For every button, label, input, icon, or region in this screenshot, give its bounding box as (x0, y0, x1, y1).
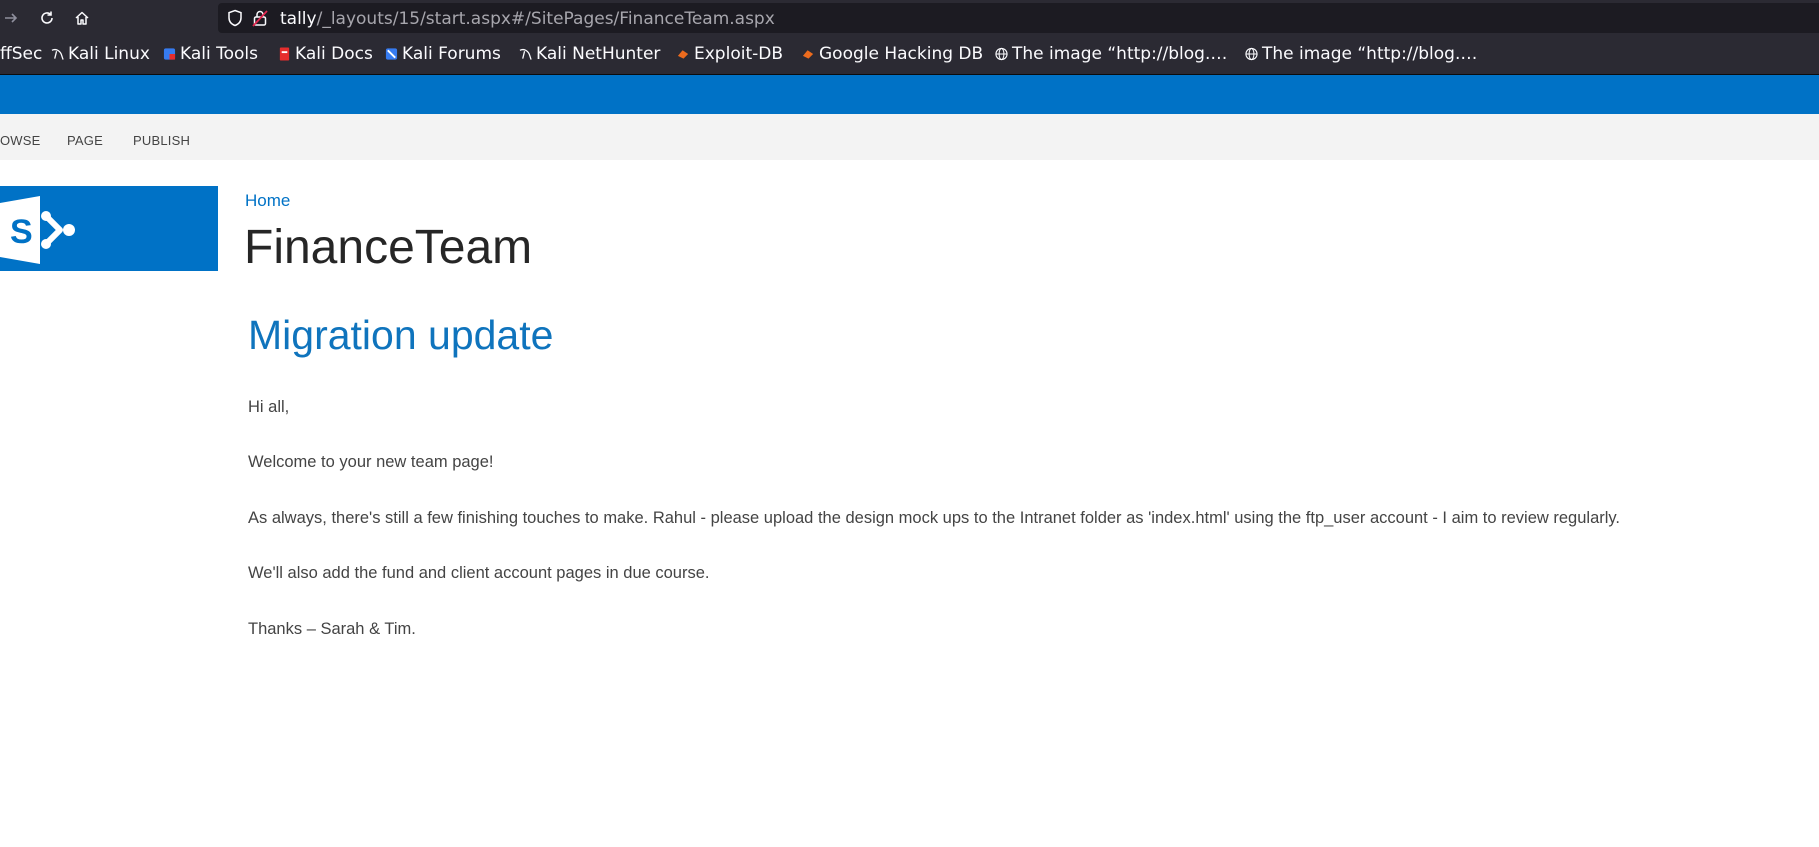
logo-letter: S (10, 213, 33, 251)
bookmark-kali-nethunter[interactable]: Kali NetHunter (519, 44, 660, 64)
arrow-right-icon (5, 13, 18, 23)
bookmark-label: The image “http://blog.… (1012, 44, 1228, 64)
tab-page[interactable]: PAGE (67, 133, 103, 148)
bookmark-label: ffSec (0, 44, 43, 64)
post-paragraph-instructions: As always, there's still a few finishing… (248, 509, 1621, 527)
post-heading: Migration update (248, 312, 554, 358)
bookmark-google-hacking-db[interactable]: Google Hacking DB (802, 44, 983, 64)
kali-dragon-icon (519, 48, 532, 60)
home-icon (75, 11, 89, 25)
globe-icon (995, 47, 1008, 61)
forward-button[interactable] (0, 7, 22, 29)
page-content: Migration update Hi all, Welcome to your… (248, 312, 1808, 638)
shield-icon[interactable] (227, 9, 243, 27)
address-bar[interactable]: tally/_layouts/15/start.aspx#/SitePages/… (218, 3, 1819, 33)
post-paragraph-upcoming: We'll also add the fund and client accou… (248, 564, 710, 582)
browser-toolbar: tally/_layouts/15/start.aspx#/SitePages/… (0, 0, 1819, 36)
bookmark-label: The image “http://blog.… (1262, 44, 1478, 64)
bookmark-offsec[interactable]: ffSec (0, 44, 42, 64)
tab-browse[interactable]: OWSE (0, 133, 41, 148)
bookmark-label: Kali NetHunter (536, 44, 661, 64)
bookmark-blog-image-1[interactable]: The image “http://blog.… (995, 44, 1227, 64)
site-title: FinanceTeam (244, 221, 533, 274)
post-paragraph-greeting: Hi all, (248, 398, 290, 416)
post-paragraph-welcome: Welcome to your new team page! (248, 453, 494, 471)
kali-dragon-icon (51, 48, 64, 60)
sharepoint-logo-icon: S (0, 196, 75, 264)
bookmark-kali-forums[interactable]: Kali Forums (385, 44, 501, 64)
url-path: /_layouts/15/start.aspx#/SitePages/Finan… (316, 9, 775, 29)
site-logo[interactable]: S (0, 186, 218, 271)
bookmark-blog-image-2[interactable]: The image “http://blog.… (1245, 44, 1477, 64)
kali-forums-icon (385, 48, 398, 60)
insecure-lock-icon[interactable] (252, 9, 268, 27)
ribbon: OWSE PAGE PUBLISH (0, 114, 1819, 160)
bookmark-label: Exploit-DB (694, 44, 783, 64)
reload-icon (41, 11, 53, 24)
bookmark-label: Kali Forums (402, 44, 501, 64)
url-host: tally (280, 9, 317, 29)
tab-publish[interactable]: PUBLISH (133, 133, 190, 148)
bookmark-kali-docs[interactable]: Kali Docs (278, 44, 373, 64)
post-paragraph-signoff: Thanks – Sarah & Tim. (248, 620, 416, 638)
exploit-db-icon (802, 50, 814, 59)
bookmark-exploit-db[interactable]: Exploit-DB (677, 44, 783, 64)
bookmarks-toolbar: ffSec Kali Linux Kali Tools Kali Docs Ka… (0, 36, 1819, 75)
exploit-db-icon (677, 50, 689, 59)
home-button[interactable] (71, 7, 93, 29)
kali-docs-icon (279, 47, 290, 61)
globe-icon (1245, 47, 1258, 61)
bookmark-label: Kali Tools (180, 44, 258, 64)
breadcrumb-home[interactable]: Home (245, 191, 290, 211)
url-text[interactable]: tally/_layouts/15/start.aspx#/SitePages/… (280, 9, 775, 29)
reload-button[interactable] (36, 7, 58, 29)
suite-bar (0, 75, 1819, 114)
bookmark-label: Kali Linux (68, 44, 150, 64)
bookmark-kali-linux[interactable]: Kali Linux (51, 44, 150, 64)
bookmark-label: Kali Docs (295, 44, 373, 64)
bookmark-label: Google Hacking DB (819, 44, 984, 64)
bookmark-kali-tools[interactable]: Kali Tools (163, 44, 258, 64)
kali-tools-icon (163, 48, 176, 60)
